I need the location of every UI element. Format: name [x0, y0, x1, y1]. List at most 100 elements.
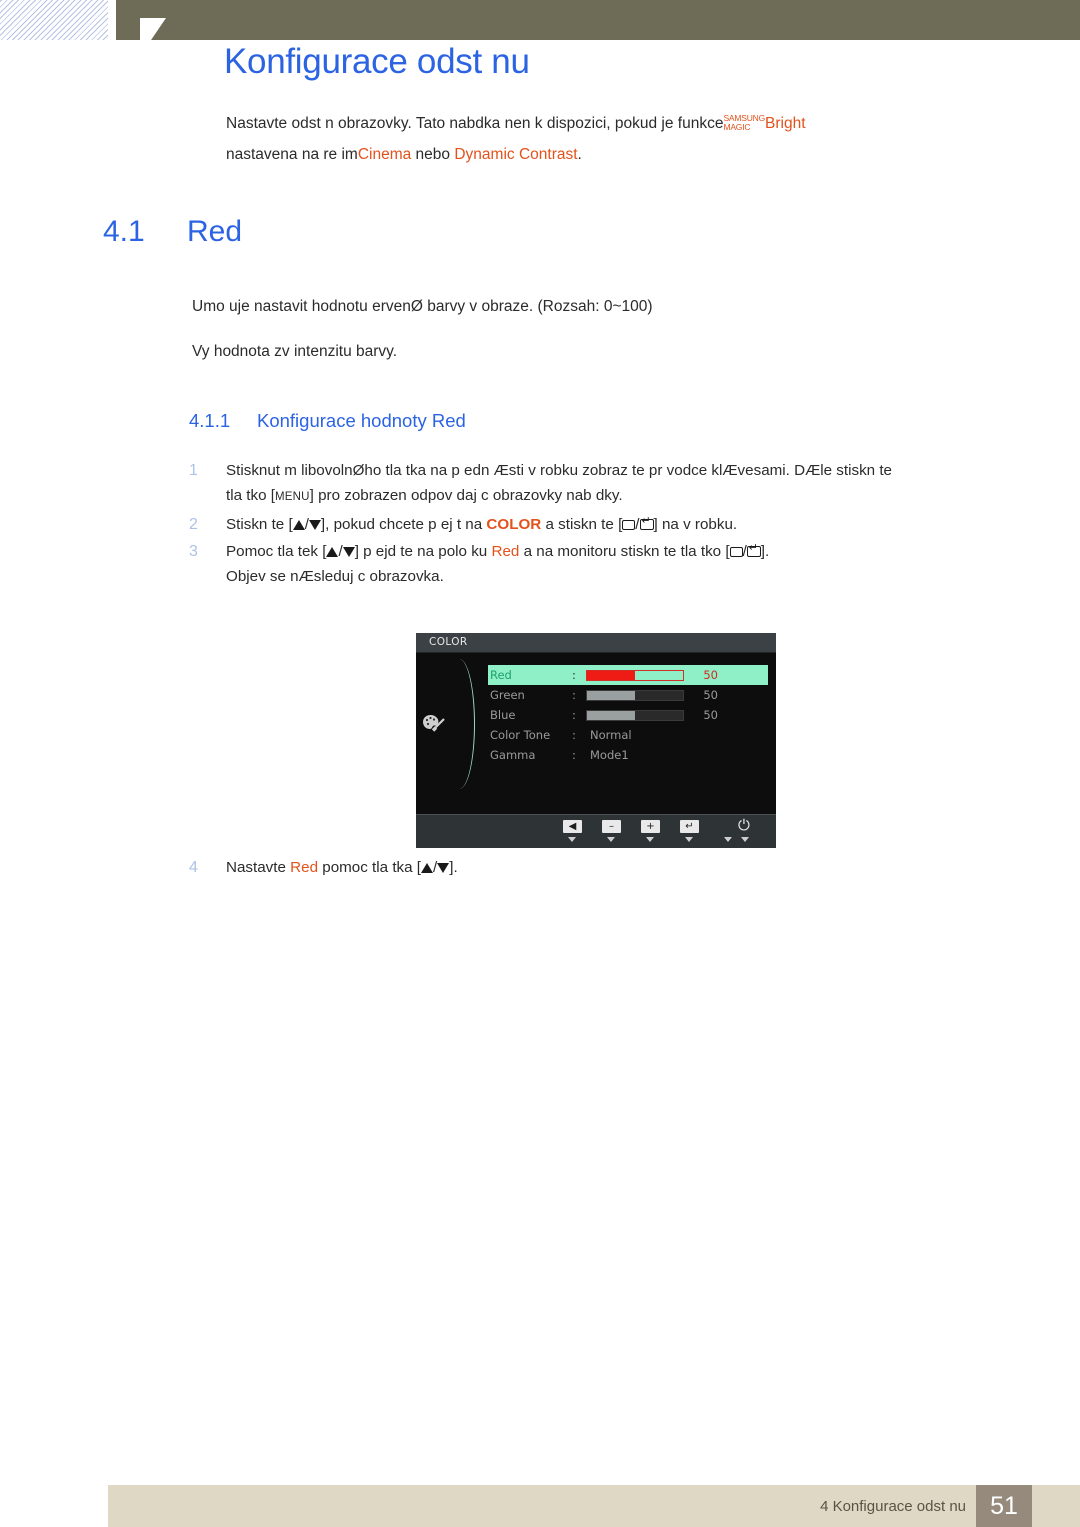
osd-marker-triangle	[607, 837, 615, 842]
arrow-down-icon	[308, 520, 321, 530]
subsection-title: Konfigurace hodnoty Red	[257, 410, 466, 431]
hatch-decoration	[0, 0, 108, 40]
osd-value: Mode1	[590, 748, 629, 762]
step1-line1: Stisknut m libovolnØho tla tka na p edn …	[226, 462, 893, 479]
magic-bottom-text: MAGIC	[723, 121, 751, 132]
steps-list: 1 Stisknut m libovolnØho tla tka na p ed…	[189, 458, 1059, 591]
step-number: 3	[189, 543, 198, 560]
osd-rows: Red : 50 Green : 50 Blue: 50 Color Tone…	[488, 665, 768, 765]
osd-titlebar: COLOR	[416, 633, 776, 653]
osd-row-blue[interactable]: Blue : 50	[488, 705, 768, 725]
osd-row-color-tone[interactable]: Color Tone : Normal	[488, 725, 768, 745]
osd-slider-fill	[587, 690, 635, 700]
palette-icon	[422, 713, 448, 735]
step-number: 4	[189, 859, 198, 876]
samsung-magic-logo: SAMSUNG MAGIC	[723, 114, 765, 131]
step3-line2: Objev se nÆsleduj c obrazovka.	[226, 568, 444, 585]
intro-period: .	[577, 146, 582, 163]
section-number: 4.1	[103, 215, 145, 248]
bright-label: Bright	[765, 115, 806, 132]
osd-title: COLOR	[429, 636, 468, 648]
color-menu-label: COLOR	[486, 516, 542, 533]
osd-value: 50	[703, 668, 718, 682]
osd-label: Color Tone	[490, 728, 551, 742]
step-item-3: 3 Pomoc tla tek [/] p ejd te na polo ku …	[189, 539, 1059, 589]
osd-label: Red	[490, 668, 512, 682]
osd-colon: :	[572, 728, 576, 742]
step-number: 1	[189, 462, 198, 479]
menu-key-label: MENU	[274, 491, 310, 503]
osd-enter-button[interactable]: ↵	[680, 820, 699, 833]
step3-text-b: ] p ejd te na polo ku	[354, 543, 492, 560]
osd-row-red[interactable]: Red : 50	[488, 665, 768, 685]
osd-marker-triangle	[646, 837, 654, 842]
page-title: Konfigurace odst nu	[224, 42, 530, 81]
osd-back-button[interactable]: ◀	[563, 820, 582, 833]
osd-row-green[interactable]: Green : 50	[488, 685, 768, 705]
osd-slider-green[interactable]	[586, 689, 684, 701]
arrow-up-icon	[326, 547, 339, 557]
osd-arc-decoration	[449, 659, 475, 789]
enter-button-icon	[746, 543, 761, 557]
footer-page-box: 51	[976, 1485, 1032, 1527]
step4-text-a: Nastavte	[226, 859, 291, 876]
osd-colon: :	[572, 688, 576, 702]
red-menu-label: Red	[491, 543, 520, 560]
section-heading: 4.1 Red	[103, 215, 242, 249]
osd-marker-triangle	[568, 837, 576, 842]
osd-colon: :	[572, 668, 576, 682]
osd-marker-triangle	[685, 837, 693, 842]
slash-2: /	[635, 516, 640, 533]
step1-line2-b: ] pro zobrazen odpov daj c obrazovky nab…	[309, 487, 623, 504]
enter-arrow-icon: ↵	[685, 820, 694, 832]
osd-body: Red : 50 Green : 50 Blue: 50 Color Tone…	[416, 653, 776, 814]
step-number: 2	[189, 516, 198, 533]
step3-text-c: a na monitoru stiskn te tla tko [	[519, 543, 730, 560]
cinema-label: Cinema	[357, 146, 412, 163]
power-icon[interactable]: ⏻	[738, 818, 750, 833]
osd-colon: :	[572, 708, 576, 722]
back-arrow-icon: ◀	[568, 820, 577, 832]
arrow-up-icon	[292, 520, 305, 530]
enter-button-icon	[639, 516, 654, 530]
osd-value: Normal	[590, 728, 632, 742]
step2-text-b: ], pokud chcete p ej t na	[320, 516, 487, 533]
red-menu-label: Red	[290, 859, 319, 876]
steps-list-continued: 4 Nastavte Red pomoc tla tka [/].	[189, 855, 1059, 882]
osd-slider-blue[interactable]	[586, 709, 684, 721]
osd-minus-button[interactable]: –	[602, 820, 621, 833]
step2-text-a: Stiskn te [	[226, 516, 293, 533]
osd-row-gamma[interactable]: Gamma : Mode1	[488, 745, 768, 765]
osd-label: Gamma	[490, 748, 536, 762]
step-item-4: 4 Nastavte Red pomoc tla tka [/].	[189, 855, 1059, 880]
osd-plus-button[interactable]: +	[641, 820, 660, 833]
header-olive-bar	[116, 0, 1080, 40]
intro-text-2: nastavena na re im	[226, 146, 358, 163]
osd-label: Green	[490, 688, 525, 702]
arrow-down-icon	[437, 863, 450, 873]
arrow-down-icon	[342, 547, 355, 557]
step1-line2-a: tla tko [	[226, 487, 275, 504]
document-page: Konfigurace odst nu Nastavte odst n obra…	[0, 0, 1080, 1527]
section-body-line-2: Vy hodnota zv intenzitu barvy.	[192, 343, 398, 360]
step3-text-a: Pomoc tla tek [	[226, 543, 327, 560]
section-body-line-1: Umo uje nastavit hodnotu ervenØ barvy v …	[192, 298, 653, 315]
section-title: Red	[187, 215, 243, 248]
step-item-2: 2 Stiskn te [/], pokud chcete p ej t na …	[189, 512, 1059, 537]
osd-button-bar: ◀ – + ↵ ⏻	[416, 814, 776, 848]
osd-colon: :	[572, 748, 576, 762]
step-item-1: 1 Stisknut m libovolnØho tla tka na p ed…	[189, 458, 1059, 510]
step3-text-d: ].	[760, 543, 770, 560]
monitor-button-icon	[622, 520, 636, 530]
osd-slider-red[interactable]	[586, 669, 684, 681]
page-number: 51	[990, 1491, 1018, 1520]
footer-chapter-label: 4 Konfigurace odst nu	[820, 1498, 966, 1515]
step2-text-d: ] na v robku.	[653, 516, 738, 533]
intro-text-1b: dka nen k dispozici, pokud je funkce	[475, 115, 724, 132]
osd-slider-fill	[587, 710, 635, 720]
subsection-number: 4.1.1	[189, 410, 231, 431]
step4-text-c: ].	[449, 859, 458, 876]
osd-slider-fill	[587, 670, 635, 680]
plus-icon: +	[646, 820, 655, 832]
osd-label: Blue	[490, 708, 516, 722]
